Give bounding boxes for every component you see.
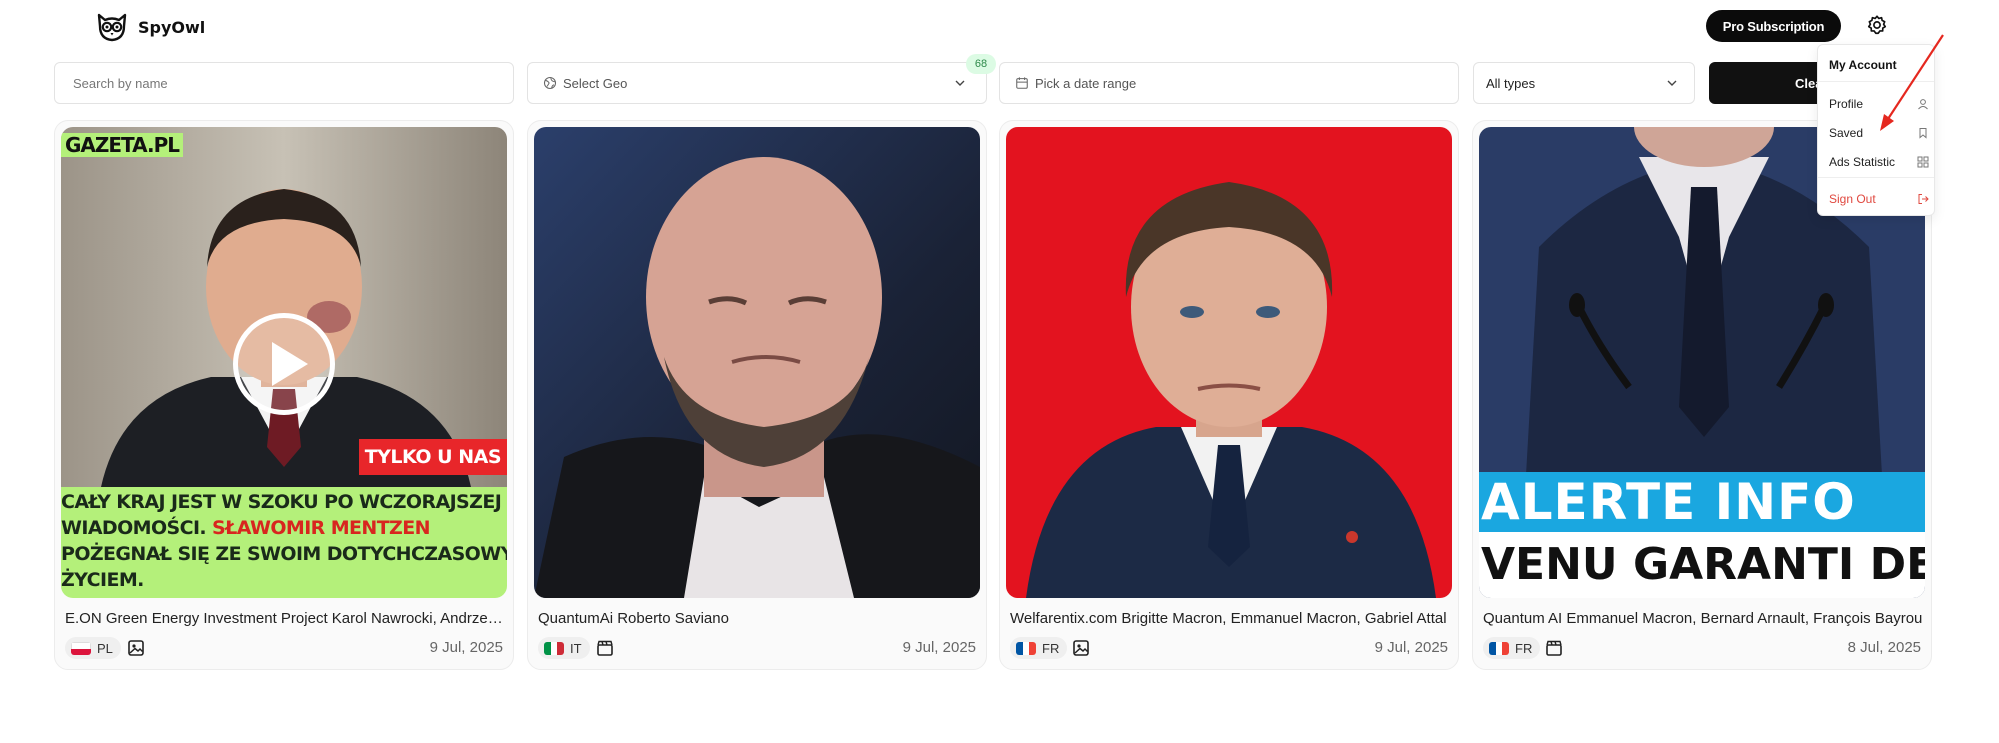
menu-item-sign-out[interactable]: Sign Out [1829, 190, 1929, 208]
pro-subscription-button[interactable]: Pro Subscription [1706, 10, 1841, 42]
country-chip: PL [65, 637, 121, 659]
geo-select-label: Select Geo [563, 75, 628, 91]
geo-select[interactable]: Select Geo [527, 62, 987, 104]
owl-logo-icon [97, 13, 127, 42]
ad-image [1006, 127, 1452, 598]
type-select[interactable]: All types [1473, 62, 1695, 104]
brand-name: SpyOwl [138, 17, 206, 37]
country-code: PL [97, 640, 113, 656]
date-range-picker[interactable]: Pick a date range [999, 62, 1459, 104]
overlay-line: ŻYCIEM. [61, 569, 144, 591]
menu-divider [1818, 177, 1934, 178]
country-code: FR [1515, 640, 1533, 656]
overlay-line-2: WIADOMOŚCI. SŁAWOMIR MENTZEN [61, 515, 507, 541]
globe-icon [543, 76, 557, 90]
overlay-headline: CAŁY KRAJ JEST W SZOKU PO WCZORAJSZEJ WI… [61, 487, 507, 598]
overlay-line: CAŁY KRAJ JEST W SZOKU PO WCZORAJSZEJ [61, 491, 502, 513]
ad-title[interactable]: Quantum AI Emmanuel Macron, Bernard Arna… [1483, 610, 1923, 627]
ad-date: 9 Jul, 2025 [429, 639, 503, 656]
video-clapper-icon [597, 640, 613, 656]
france-flag-icon [1489, 641, 1509, 655]
ad-card[interactable]: Welfarentix.com Brigitte Macron, Emmanue… [999, 120, 1459, 670]
menu-item-label: Profile [1829, 97, 1864, 111]
menu-item-profile[interactable]: Profile [1829, 95, 1929, 113]
bookmark-icon [1919, 128, 1927, 139]
account-menu-title: My Account [1829, 58, 1897, 72]
ad-thumbnail[interactable]: GAZETA.PL TYLKO U NAS CAŁY KRAJ JEST W S… [61, 127, 507, 598]
image-icon [1073, 640, 1089, 656]
menu-item-label: Saved [1829, 126, 1864, 140]
italy-flag-icon [544, 641, 564, 655]
overlay-line: WIADOMOŚCI. [61, 517, 207, 539]
play-icon [272, 342, 308, 386]
ad-card[interactable]: GAZETA.PL TYLKO U NAS CAŁY KRAJ JEST W S… [54, 120, 514, 670]
image-icon [128, 640, 144, 656]
menu-item-saved[interactable]: Saved [1829, 124, 1929, 142]
overlay-highlight: SŁAWOMIR MENTZEN [212, 517, 430, 539]
overlay-line: POŻEGNAŁ SIĘ ZE SWOIM DOTYCHCZASOWYM [61, 543, 507, 565]
type-select-label: All types [1486, 75, 1536, 91]
logout-icon [1918, 194, 1929, 204]
menu-item-ads-statistic[interactable]: Ads Statistic [1829, 153, 1929, 171]
calendar-icon [1016, 77, 1028, 89]
overlay-brand-area: GAZETA.PL [61, 127, 507, 163]
country-code: IT [570, 640, 582, 656]
play-button[interactable] [233, 313, 335, 415]
overlay-brand-label: GAZETA.PL [61, 133, 183, 157]
grid-icon [1917, 156, 1929, 168]
ad-title[interactable]: QuantumAi Roberto Saviano [538, 610, 978, 627]
ad-thumbnail[interactable] [1006, 127, 1452, 598]
ad-date: 9 Jul, 2025 [902, 639, 976, 656]
france-flag-icon [1016, 641, 1036, 655]
ad-image [534, 127, 980, 598]
menu-item-label: Ads Statistic [1829, 155, 1896, 169]
chevron-down-icon [955, 80, 965, 86]
ad-date: 8 Jul, 2025 [1847, 639, 1921, 656]
user-icon [1918, 99, 1928, 110]
country-chip: FR [1010, 637, 1068, 659]
poland-flag-icon [71, 641, 91, 655]
overlay-alert-banner: ALERTE INFO [1479, 472, 1925, 532]
video-clapper-icon [1546, 640, 1562, 656]
ad-title[interactable]: E.ON Green Energy Investment Project Kar… [65, 610, 505, 627]
country-chip: FR [1483, 637, 1541, 659]
country-chip: IT [538, 637, 590, 659]
overlay-headline: VENU GARANTI DE 2 [1479, 532, 1925, 598]
country-code: FR [1042, 640, 1060, 656]
top-header: SpyOwl Pro Subscription [0, 0, 1999, 52]
gear-icon [1867, 15, 1887, 35]
date-range-label: Pick a date range [1035, 75, 1137, 91]
ad-date: 9 Jul, 2025 [1374, 639, 1448, 656]
overlay-tag: TYLKO U NAS [358, 439, 507, 475]
brand-logo[interactable]: SpyOwl [96, 12, 205, 42]
settings-button[interactable] [1864, 12, 1890, 38]
ad-title[interactable]: Welfarentix.com Brigitte Macron, Emmanue… [1010, 610, 1450, 627]
search-input[interactable] [73, 75, 513, 91]
chevron-down-icon [1667, 80, 1677, 86]
geo-count-badge: 68 [966, 54, 996, 74]
menu-item-label: Sign Out [1829, 192, 1876, 206]
search-field[interactable] [54, 62, 514, 104]
ad-card[interactable]: QuantumAi Roberto Saviano IT 9 Jul, 2025 [527, 120, 987, 670]
ad-thumbnail[interactable] [534, 127, 980, 598]
account-dropdown-menu: My Account Profile Saved Ads Statistic S… [1817, 44, 1935, 216]
menu-divider [1818, 81, 1934, 82]
